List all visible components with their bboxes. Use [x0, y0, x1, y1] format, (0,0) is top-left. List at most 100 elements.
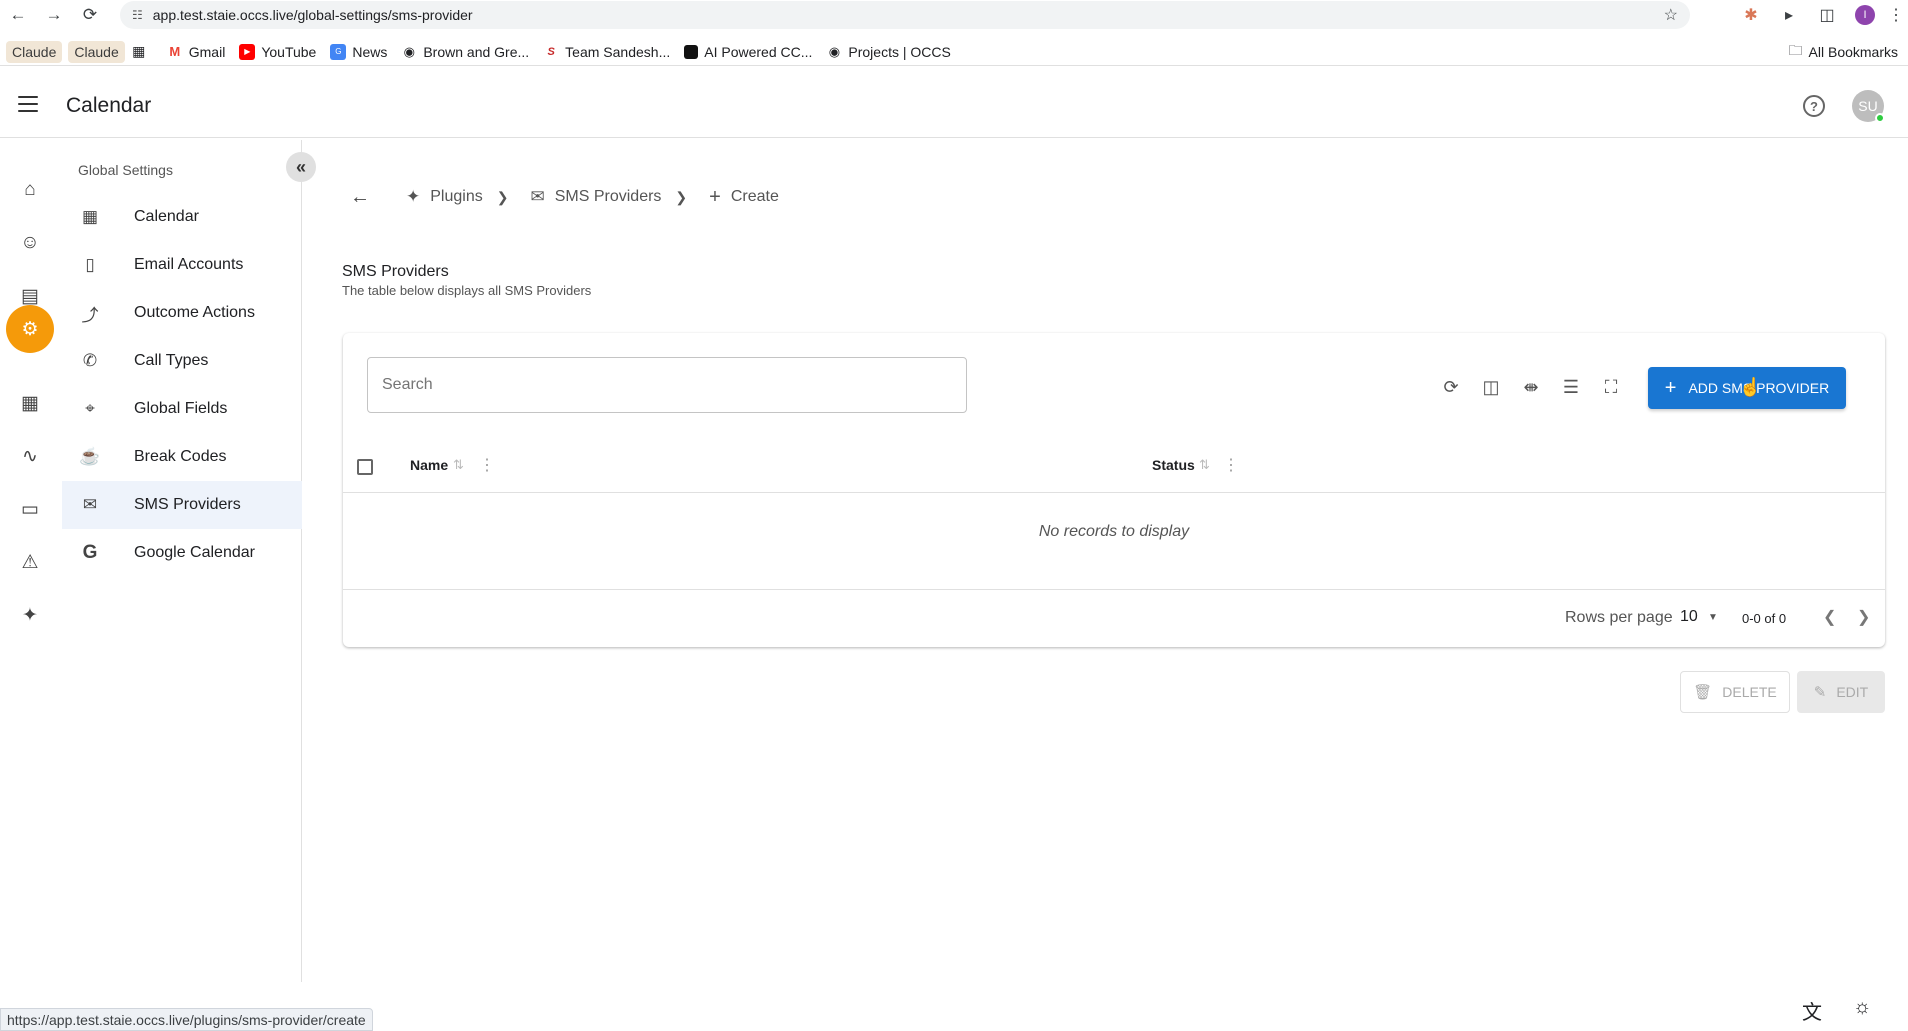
menu-icon[interactable]	[18, 96, 38, 117]
avatar[interactable]: SU	[1852, 90, 1885, 123]
breadcrumb-create: + Create	[709, 185, 779, 208]
monitor-icon[interactable]: ▭	[8, 487, 52, 531]
column-header-name[interactable]: Name	[410, 457, 448, 473]
pagination-range: 0-0 of 0	[1742, 611, 1787, 626]
address-bar[interactable]: ☷ app.test.staie.occs.live/global-settin…	[120, 1, 1690, 29]
bookmark-projects[interactable]: ◉ Projects | OCCS	[826, 43, 951, 60]
bookmark-apps[interactable]: ▦	[131, 43, 153, 60]
back-arrow-icon[interactable]: ←	[350, 186, 370, 209]
breadcrumb: ← ✦ Plugins ❯ ✉ SMS Providers ❯ + Create	[350, 182, 793, 212]
search-input[interactable]	[367, 357, 967, 413]
site-info-icon[interactable]: ☷	[132, 8, 143, 22]
news-icon: G	[330, 43, 347, 60]
alert-icon[interactable]: ⚠	[8, 540, 52, 584]
plus-icon: +	[709, 185, 721, 208]
youtube-icon: ▶	[239, 43, 256, 60]
table-card: ⟳ ◫ ⇼ ☰ ⛶ +ADD SMS PROVIDER Name ⇅ ⋮ Sta…	[343, 333, 1885, 647]
online-status-dot	[1875, 113, 1885, 123]
browser-menu-icon[interactable]: ⋮	[1884, 0, 1908, 30]
email-accounts-icon: ▯	[85, 255, 95, 274]
breadcrumb-sms-providers[interactable]: ✉ SMS Providers	[530, 187, 661, 207]
density-icon[interactable]: ☰	[1559, 375, 1583, 399]
extensions-puzzle-icon[interactable]: ◫	[1808, 0, 1846, 30]
fullscreen-icon[interactable]: ⛶	[1599, 375, 1623, 399]
page-subtitle: The table below displays all SMS Provide…	[342, 283, 592, 298]
rows-per-page-label: Rows per page	[1565, 609, 1673, 626]
column-menu-icon[interactable]: ⋮	[1223, 455, 1239, 475]
globe-icon: ◉	[403, 43, 416, 59]
settings-sidebar: Global Settings ▦ Calendar ▯ Email Accou…	[62, 140, 302, 982]
bookmark-news[interactable]: G News	[330, 43, 387, 60]
collapse-sidebar-button[interactable]: «	[286, 152, 316, 182]
double-chevron-left-icon: «	[295, 156, 306, 177]
translate-icon[interactable]: 文	[1802, 996, 1822, 1025]
google-icon: G	[82, 542, 98, 563]
url-text: app.test.staie.occs.live/global-settings…	[152, 7, 473, 23]
delete-button[interactable]: 🗑 DELETE	[1680, 671, 1790, 713]
gmail-icon: M	[169, 44, 181, 59]
caret-down-icon[interactable]: ▼	[1708, 612, 1718, 623]
activity-icon[interactable]: ∿	[8, 434, 52, 478]
chevron-right-icon: ❯	[675, 188, 688, 205]
link-preview-status: https://app.test.staie.occs.live/plugins…	[0, 1008, 373, 1031]
bookmark-gmail[interactable]: M Gmail	[167, 44, 225, 60]
sidebar-item-sms-providers[interactable]: ✉ SMS Providers	[62, 481, 302, 529]
sidebar-item-google-calendar[interactable]: G Google Calendar	[62, 529, 302, 577]
bookmark-claude-1[interactable]: Claude	[6, 40, 63, 63]
next-page-icon[interactable]: ❯	[1857, 607, 1870, 627]
browser-extensions: ✱ ▸ ◫ I ⋮	[1732, 0, 1908, 30]
phone-icon: ✆	[82, 351, 98, 370]
refresh-icon[interactable]: ⟳	[1439, 375, 1463, 399]
home-icon[interactable]: ⌂	[8, 168, 52, 212]
reload-icon[interactable]: ⟳	[72, 0, 108, 30]
chevron-right-icon: ❯	[496, 188, 509, 205]
apps-grid-icon: ▦	[132, 43, 146, 59]
cursor-extension-icon[interactable]: ▸	[1770, 0, 1808, 30]
forward-arrow-icon[interactable]: →	[36, 0, 72, 30]
settings-gear-icon[interactable]: ⚙	[6, 305, 54, 353]
columns-icon[interactable]: ◫	[1479, 375, 1503, 399]
sidebar-item-email-accounts[interactable]: ▯ Email Accounts	[62, 241, 302, 289]
column-header-status[interactable]: Status	[1152, 457, 1195, 473]
profile-icon[interactable]: I	[1846, 0, 1884, 30]
sidebar-item-global-fields[interactable]: ⌖ Global Fields	[62, 385, 302, 433]
sidebar-item-calendar[interactable]: ▦ Calendar	[62, 193, 302, 241]
bookmark-claude-2[interactable]: Claude	[68, 40, 125, 63]
footer-divider	[343, 589, 1885, 590]
edit-button[interactable]: ✎ EDIT	[1797, 671, 1885, 713]
hand-cursor-icon: ☝	[1739, 377, 1762, 397]
help-icon[interactable]: ?	[1803, 95, 1825, 117]
sort-icon[interactable]: ⇅	[1199, 457, 1210, 473]
team-icon: S	[547, 45, 555, 58]
bookmark-team[interactable]: S Team Sandesh...	[543, 44, 671, 60]
prev-page-icon[interactable]: ❮	[1823, 607, 1836, 627]
bookmark-youtube[interactable]: ▶ YouTube	[239, 43, 316, 60]
outcome-actions-icon: ⤴	[81, 305, 99, 325]
theme-sun-icon[interactable]: ☼	[1853, 996, 1871, 1019]
column-menu-icon[interactable]: ⋮	[479, 455, 495, 475]
bookmark-brown[interactable]: ◉ Brown and Gre...	[401, 43, 530, 60]
nav-rail: ⌂ ☺ ▤ ⚙ ▦ ∿ ▭ ⚠ ✦	[0, 140, 60, 980]
claude-extension-icon[interactable]: ✱	[1732, 0, 1770, 30]
table-header: Name ⇅ ⋮ Status ⇅ ⋮	[343, 437, 1885, 493]
all-bookmarks[interactable]: 🗀 All Bookmarks	[1789, 38, 1898, 66]
bookmark-star-icon[interactable]: ☆	[1664, 5, 1678, 25]
filter-off-icon[interactable]: ⇼	[1519, 375, 1543, 399]
sidebar-item-call-types[interactable]: ✆ Call Types	[62, 337, 302, 385]
sort-icon[interactable]: ⇅	[453, 457, 464, 473]
back-arrow-icon[interactable]: ←	[0, 0, 36, 30]
breadcrumb-plugins[interactable]: ✦ Plugins	[406, 187, 483, 207]
bookmark-ai[interactable]: AI Powered CC...	[684, 44, 812, 60]
global-fields-icon: ⌖	[85, 399, 95, 418]
users-icon[interactable]: ☺	[8, 221, 52, 265]
rows-per-page-select[interactable]: 10	[1680, 608, 1698, 626]
sidebar-item-outcome-actions[interactable]: ⤴ Outcome Actions	[62, 289, 302, 337]
trash-icon: 🗑	[1693, 684, 1713, 701]
select-all-checkbox[interactable]	[357, 459, 373, 475]
empty-message: No records to display	[1038, 523, 1190, 540]
bookmarks-bar: Claude Claude ▦ M Gmail ▶ YouTube G News ◉ B…	[0, 38, 1908, 66]
globe-icon: ◉	[828, 43, 841, 59]
sidebar-item-break-codes[interactable]: ☕ Break Codes	[62, 433, 302, 481]
plugins-puzzle-icon[interactable]: ✦	[8, 593, 52, 637]
contacts-icon[interactable]: ▦	[8, 381, 52, 425]
